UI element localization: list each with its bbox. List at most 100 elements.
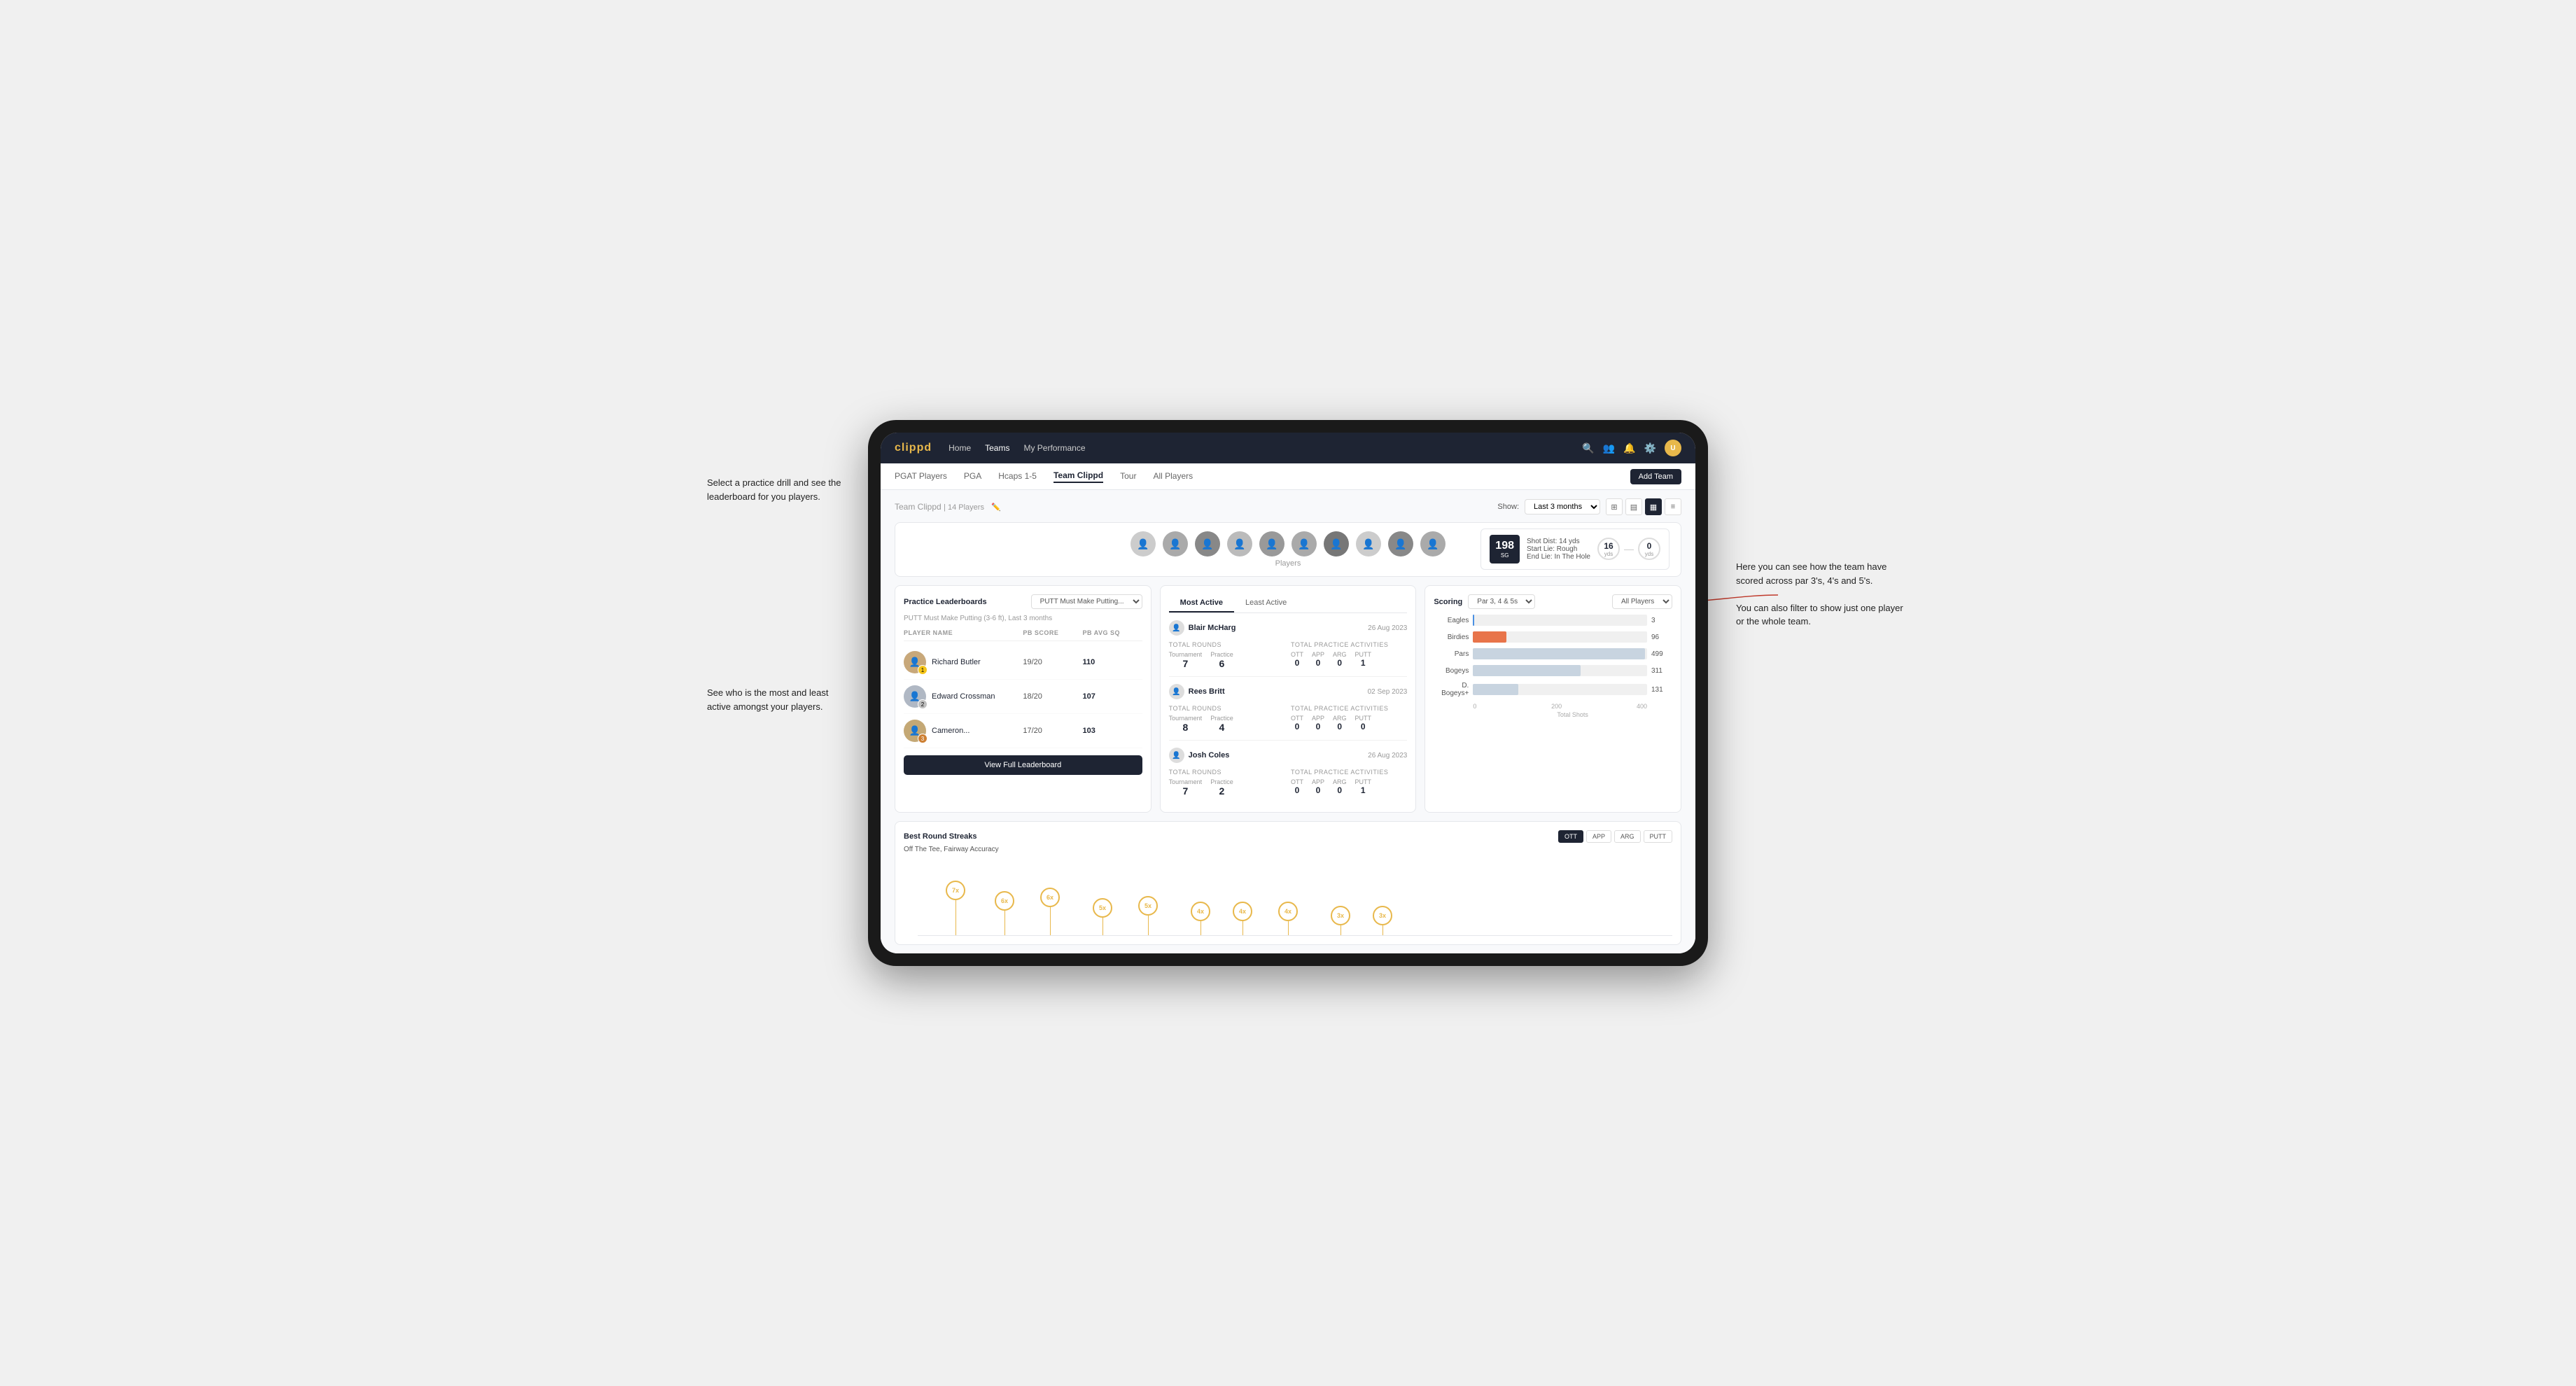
player-avatar[interactable]: 👤 [1292,531,1317,556]
list-view-icon[interactable]: ≡ [1665,498,1681,515]
settings-icon[interactable]: ⚙️ [1644,442,1656,454]
arg-col: ARG 0 [1333,715,1347,732]
streak-pin-circle: 5x [1093,898,1112,918]
table-view-icon[interactable]: ▤ [1625,498,1642,515]
streak-btn-ott[interactable]: OTT [1558,830,1583,843]
activity-card: Most Active Least Active 👤 Blair McHarg … [1160,585,1417,813]
sub-nav-pgat[interactable]: PGAT Players [895,471,947,482]
bar-label: Eagles [1434,617,1469,624]
tournament-col: Tournament 7 [1169,651,1203,669]
player-avatar[interactable]: 👤 [1324,531,1349,556]
nav-link-performance[interactable]: My Performance [1023,443,1085,453]
bar-label: D. Bogeys+ [1434,682,1469,697]
app-col: APP 0 [1312,651,1324,668]
streaks-card: Best Round Streaks OTT APP ARG PUTT Off … [895,821,1681,945]
bar-row-bogeys: Bogeys 311 [1434,665,1672,676]
show-filter: Show: Last 3 months ⊞ ▤ ▦ ≡ [1497,498,1681,515]
chart-x-axis: 0 200 400 [1473,703,1647,710]
view-full-leaderboard-button[interactable]: View Full Leaderboard [904,755,1142,775]
sub-nav-pga[interactable]: PGA [964,471,981,482]
nav-link-home[interactable]: Home [948,443,971,453]
total-shots-label: Total Shots [1473,711,1672,718]
arg-col: ARG 0 [1333,651,1347,668]
player-avatar[interactable]: 👤 [1259,531,1284,556]
practice-values: OTT 0 APP 0 ARG [1291,715,1407,732]
streak-btn-putt[interactable]: PUTT [1644,830,1673,843]
edit-icon[interactable]: ✏️ [991,503,1001,512]
activity-item: 👤 Rees Britt 02 Sep 2023 Total Rounds [1169,684,1408,741]
scoring-bar-chart: Eagles 3 Birdies [1434,615,1672,697]
player-avatar[interactable]: 👤 [1356,531,1381,556]
scoring-par-filter[interactable]: Par 3, 4 & 5s [1468,594,1535,609]
scoring-title: Scoring [1434,598,1462,606]
bar-label: Pars [1434,650,1469,658]
player-name: Edward Crossman [932,692,995,701]
user-avatar[interactable]: U [1665,440,1681,456]
sub-nav-hcaps[interactable]: Hcaps 1-5 [998,471,1037,482]
activity-tabs: Most Active Least Active [1169,594,1408,613]
practice-col: Practice 4 [1210,715,1233,733]
streaks-subtitle: Off The Tee, Fairway Accuracy [904,846,1672,853]
practice-leaderboard-card: Practice Leaderboards PUTT Must Make Put… [895,585,1152,813]
player-avatar[interactable]: 👤 [1227,531,1252,556]
sub-nav-all-players[interactable]: All Players [1153,471,1193,482]
card-view-icon[interactable]: ▦ [1645,498,1662,515]
scoring-player-filter[interactable]: All Players [1612,594,1672,609]
bar-row-birdies: Birdies 96 [1434,631,1672,643]
nav-link-teams[interactable]: Teams [985,443,1009,453]
users-icon[interactable]: 👥 [1603,442,1615,454]
leaderboard-filter[interactable]: PUTT Must Make Putting... [1031,594,1142,609]
players-wrapper: 👤 👤 👤 👤 👤 👤 👤 👤 👤 👤 Players [1130,531,1446,568]
activity-player: 👤 Josh Coles [1169,748,1230,763]
bar-fill [1473,648,1645,659]
tournament-col: Tournament 7 [1169,778,1203,797]
shot-info-card: 198 SG Shot Dist: 14 yds Start Lie: Roug… [1480,528,1670,570]
total-rounds-group: Total Rounds Tournament 8 Practice [1169,705,1285,733]
practice-values: OTT 0 APP 0 ARG [1291,778,1407,795]
shot-circle-1: 16 yds [1597,538,1620,560]
streaks-title: Best Round Streaks [904,832,977,841]
bell-icon[interactable]: 🔔 [1623,442,1635,454]
streak-btn-app[interactable]: APP [1586,830,1611,843]
shot-separator: — [1624,543,1634,554]
players-avatars: 👤 👤 👤 👤 👤 👤 👤 👤 👤 👤 [1130,531,1446,556]
player-avatar[interactable]: 👤 [1195,531,1220,556]
players-label: Players [1130,559,1446,568]
sub-nav-team-clippd[interactable]: Team Clippd [1054,470,1103,483]
total-rounds-group: Total Rounds Tournament 7 Practice [1169,769,1285,797]
rank-badge: 2 [918,699,927,709]
bar-fill [1473,615,1474,626]
player-score: 18/20 [1023,692,1082,701]
table-row: 👤 2 Edward Crossman 18/20 107 [904,680,1142,714]
practice-values: OTT 0 APP 0 ARG [1291,651,1407,668]
streak-pin-circle: 4x [1233,902,1252,921]
search-icon[interactable]: 🔍 [1582,442,1594,454]
sub-nav-tour[interactable]: Tour [1120,471,1136,482]
tablet-frame: clippd Home Teams My Performance 🔍 👥 🔔 ⚙… [868,420,1708,966]
tab-most-active[interactable]: Most Active [1169,594,1234,612]
bar-track [1473,615,1647,626]
show-select[interactable]: Last 3 months [1525,499,1600,514]
player-avg: 103 [1082,727,1142,735]
player-avatar[interactable]: 👤 [1163,531,1188,556]
rounds-values: Tournament 7 Practice 2 [1169,778,1285,797]
activity-item-header: 👤 Rees Britt 02 Sep 2023 [1169,684,1408,699]
player-thumb: 👤 3 [904,720,926,742]
bar-row-pars: Pars 499 [1434,648,1672,659]
player-avatar[interactable]: 👤 [1130,531,1156,556]
tab-least-active[interactable]: Least Active [1234,594,1298,612]
streak-btn-arg[interactable]: ARG [1614,830,1641,843]
player-info: 👤 1 Richard Butler [904,651,1023,673]
grid-view-icon[interactable]: ⊞ [1606,498,1623,515]
tablet-screen: clippd Home Teams My Performance 🔍 👥 🔔 ⚙… [881,433,1695,953]
add-team-button[interactable]: Add Team [1630,469,1681,484]
rounds-values: Tournament 8 Practice 4 [1169,715,1285,733]
three-col: Practice Leaderboards PUTT Must Make Put… [895,585,1681,813]
streak-pin: 4x [1191,902,1210,935]
scoring-header: Scoring Par 3, 4 & 5s All Players [1434,594,1672,609]
table-row: 👤 1 Richard Butler 19/20 110 [904,645,1142,680]
player-avatar[interactable]: 👤 [1420,531,1446,556]
practice-activities-group: Total Practice Activities OTT 0 APP [1291,641,1407,669]
putt-col: PUTT 1 [1355,651,1372,668]
player-avatar[interactable]: 👤 [1388,531,1413,556]
